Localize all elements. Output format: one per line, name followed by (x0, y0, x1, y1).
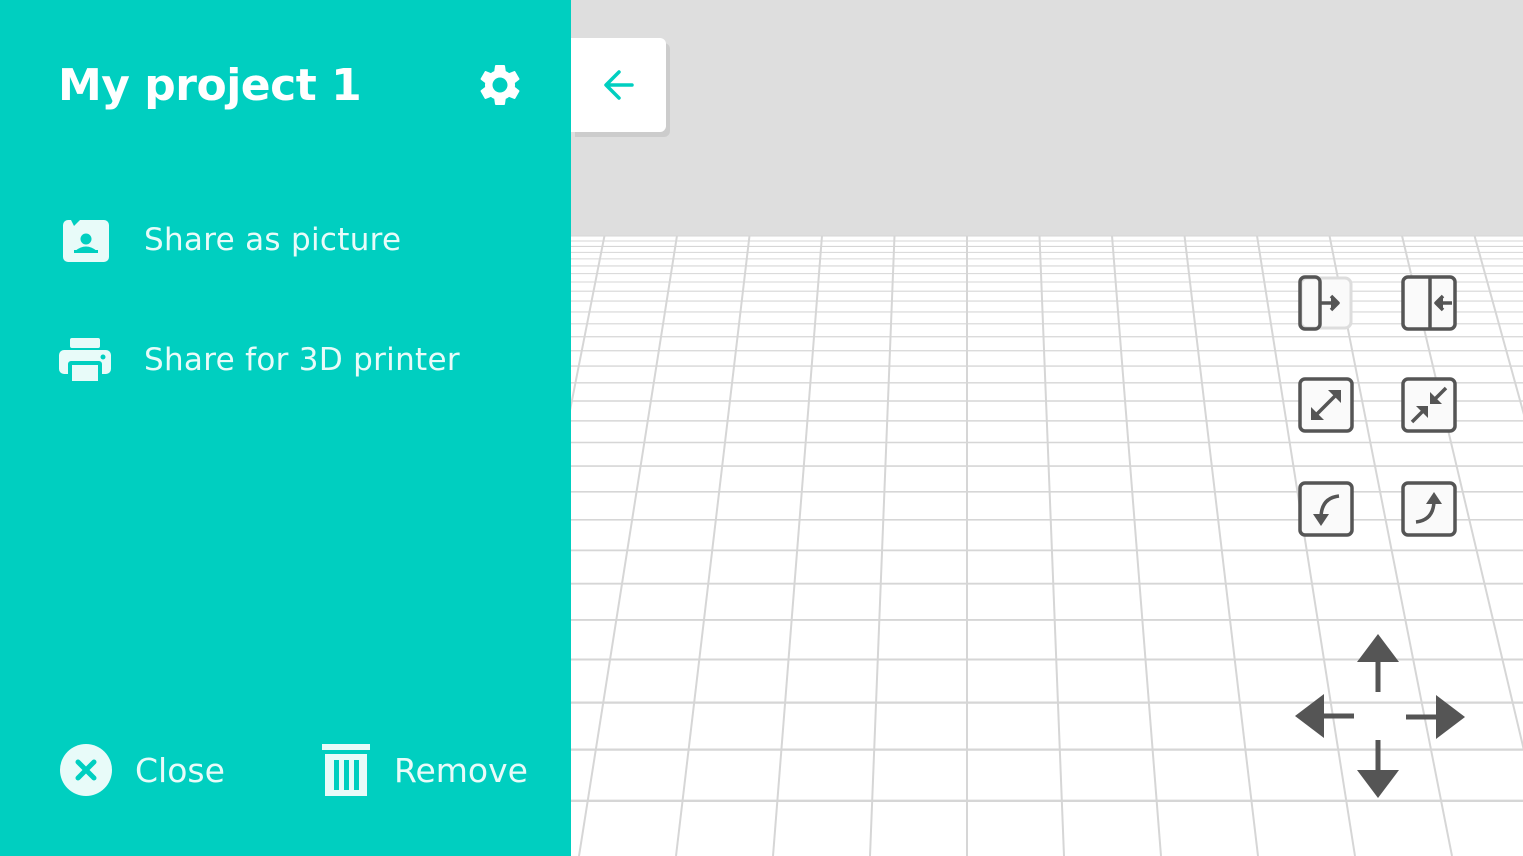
remove-button[interactable]: Remove (320, 740, 528, 800)
floor-grid (571, 235, 1523, 856)
close-button[interactable]: Close (59, 740, 225, 800)
3d-viewport[interactable] (571, 0, 1523, 856)
share-for-3d-printer-item[interactable]: Share for 3D printer (58, 330, 460, 390)
share-for-3d-printer-label: Share for 3D printer (144, 342, 460, 378)
move-right-button[interactable] (1404, 694, 1466, 740)
settings-button[interactable] (472, 57, 528, 113)
scale-up-button[interactable] (1297, 376, 1355, 434)
back-button[interactable] (571, 38, 666, 132)
printer-icon (58, 333, 112, 387)
move-left-button[interactable] (1294, 693, 1356, 739)
rotate-right-button[interactable] (1400, 480, 1458, 538)
share-as-picture-item[interactable]: Share as picture (58, 210, 401, 270)
share-as-picture-label: Share as picture (144, 222, 402, 258)
close-circle-icon (60, 744, 112, 796)
arrow-up-icon (1357, 634, 1399, 692)
rotate-left-button[interactable] (1297, 480, 1355, 538)
image-icon (58, 213, 112, 267)
shrink-icon (1401, 377, 1457, 433)
move-up-button[interactable] (1356, 632, 1400, 694)
arrow-left-icon (1295, 694, 1354, 738)
move-left-in-button[interactable] (1400, 274, 1458, 332)
move-right-in-button[interactable] (1297, 274, 1355, 332)
scale-down-button[interactable] (1400, 376, 1458, 434)
bracket-arrow-right-icon (1298, 275, 1353, 331)
rotate-cw-icon (1401, 481, 1457, 537)
move-down-button[interactable] (1356, 738, 1400, 800)
rotate-ccw-icon (1298, 481, 1354, 537)
project-title: My project 1 (58, 60, 362, 111)
expand-icon (1298, 377, 1354, 433)
close-label: Close (135, 750, 225, 790)
arrow-left-icon (603, 70, 634, 100)
remove-label: Remove (394, 750, 528, 790)
gear-icon (480, 64, 520, 105)
trash-icon (322, 744, 370, 796)
project-sidebar: My project 1 Share as picture Share for … (0, 0, 571, 856)
arrow-right-icon (1406, 695, 1465, 739)
arrow-down-icon (1357, 740, 1399, 798)
bracket-arrow-left-icon (1401, 275, 1457, 331)
